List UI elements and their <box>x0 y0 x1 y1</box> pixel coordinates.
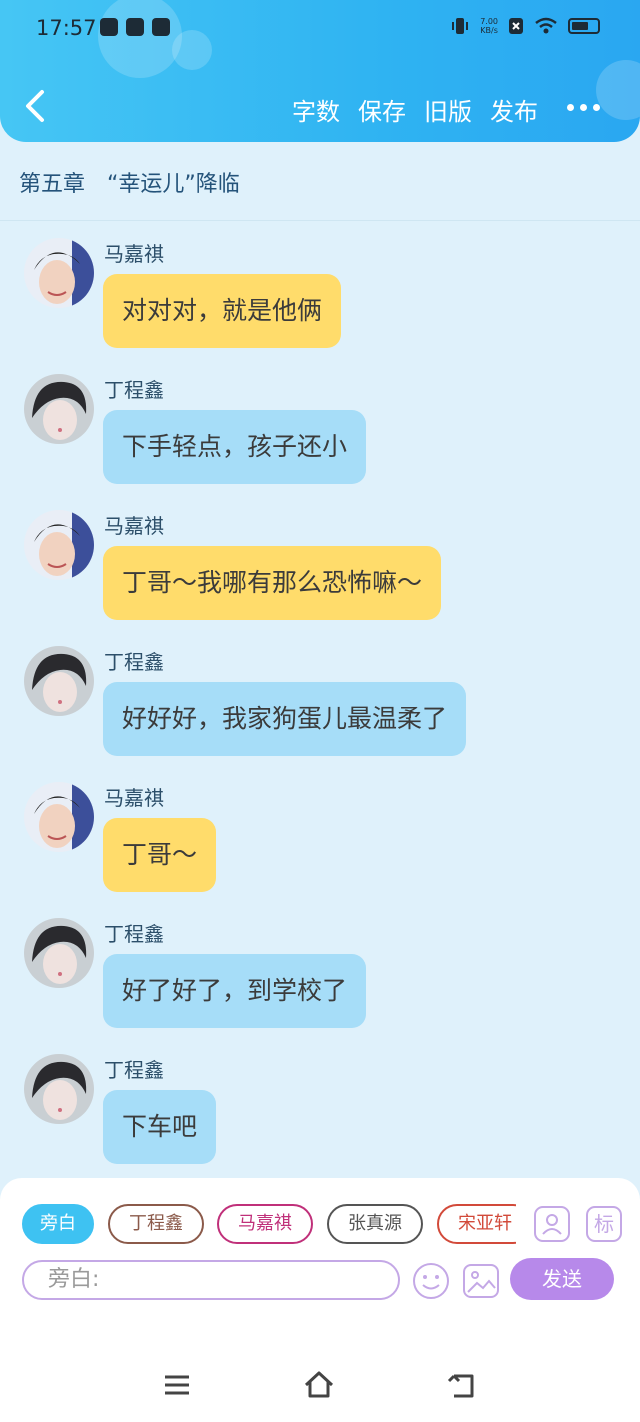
status-time: 17:57 <box>36 16 97 40</box>
image-icon[interactable] <box>462 1262 500 1300</box>
app-header: 17:57 7.00 KB/s 字数 保存 旧版 发布 <box>0 0 640 142</box>
tag-icon[interactable]: 标 <box>586 1206 622 1242</box>
speaker-name: 丁程鑫 <box>104 922 164 946</box>
message-bubble[interactable]: 对对对，就是他俩 <box>103 274 342 348</box>
person-card-icon[interactable] <box>534 1206 570 1242</box>
input-panel: 旁白 丁程鑫 马嘉祺 张真源 宋亚轩 标 旁白: 发送 <box>0 1178 640 1348</box>
decor-bubble <box>172 30 212 70</box>
back-icon[interactable] <box>444 1368 478 1402</box>
role-chip-zhang[interactable]: 张真源 <box>327 1204 423 1244</box>
publish-button[interactable]: 发布 <box>490 92 538 127</box>
no-sim-icon <box>509 18 523 34</box>
menu-icon[interactable] <box>160 1368 194 1402</box>
decor-bubble <box>98 0 182 78</box>
system-nav-bar <box>0 1348 640 1422</box>
avatar[interactable] <box>24 1054 94 1124</box>
speaker-name: 马嘉祺 <box>104 786 164 810</box>
vibrate-icon <box>452 18 469 34</box>
avatar[interactable] <box>24 510 94 580</box>
message-bubble[interactable]: 下手轻点，孩子还小 <box>103 410 367 484</box>
dialog-input[interactable]: 旁白: <box>22 1260 400 1300</box>
role-chip-narrator[interactable]: 旁白 <box>22 1204 94 1244</box>
speaker-name: 丁程鑫 <box>104 650 164 674</box>
battery-icon <box>568 18 600 34</box>
message-bubble[interactable]: 丁哥～我哪有那么恐怖嘛～ <box>103 546 442 620</box>
chapter-title: 第五章 “幸运儿”降临 <box>19 172 240 197</box>
role-selector: 旁白 丁程鑫 马嘉祺 张真源 宋亚轩 <box>22 1204 516 1246</box>
message-bubble[interactable]: 好好好，我家狗蛋儿最温柔了 <box>103 682 467 756</box>
avatar[interactable] <box>24 238 94 308</box>
home-icon[interactable] <box>302 1368 336 1402</box>
avatar[interactable] <box>24 646 94 716</box>
role-chip-ma[interactable]: 马嘉祺 <box>217 1204 313 1244</box>
old-version-button[interactable]: 旧版 <box>424 92 472 127</box>
speed-value: 7.00 <box>480 17 498 26</box>
app-notification-icon <box>126 18 144 36</box>
save-button[interactable]: 保存 <box>358 92 406 127</box>
wifi-icon <box>535 17 557 34</box>
speaker-name: 丁程鑫 <box>104 1058 164 1082</box>
avatar[interactable] <box>24 782 94 852</box>
message-bubble[interactable]: 下车吧 <box>103 1090 217 1164</box>
role-chip-song[interactable]: 宋亚轩 <box>437 1204 516 1244</box>
message-bubble[interactable]: 丁哥～ <box>103 818 217 892</box>
speaker-name: 马嘉祺 <box>104 514 164 538</box>
avatar[interactable] <box>24 918 94 988</box>
more-dots-icon[interactable] <box>567 104 600 111</box>
send-button[interactable]: 发送 <box>510 1258 614 1300</box>
header-menu: 字数 保存 旧版 发布 <box>292 92 538 127</box>
speaker-name: 丁程鑫 <box>104 378 164 402</box>
word-count-button[interactable]: 字数 <box>292 92 340 127</box>
decor-bubble <box>596 60 640 120</box>
emoji-icon[interactable] <box>412 1262 450 1300</box>
status-right: 7.00 KB/s <box>450 16 600 36</box>
divider <box>0 220 640 221</box>
message-bubble[interactable]: 好了好了，到学校了 <box>103 954 367 1028</box>
role-chip-ding[interactable]: 丁程鑫 <box>108 1204 204 1244</box>
speaker-name: 马嘉祺 <box>104 242 164 266</box>
app-notification-icon <box>100 18 118 36</box>
back-chevron-icon[interactable] <box>20 86 50 126</box>
network-speed: 7.00 KB/s <box>480 17 498 35</box>
message-notification-icon <box>152 18 170 36</box>
notification-icons <box>100 18 170 36</box>
avatar[interactable] <box>24 374 94 444</box>
speed-unit: KB/s <box>480 26 498 35</box>
